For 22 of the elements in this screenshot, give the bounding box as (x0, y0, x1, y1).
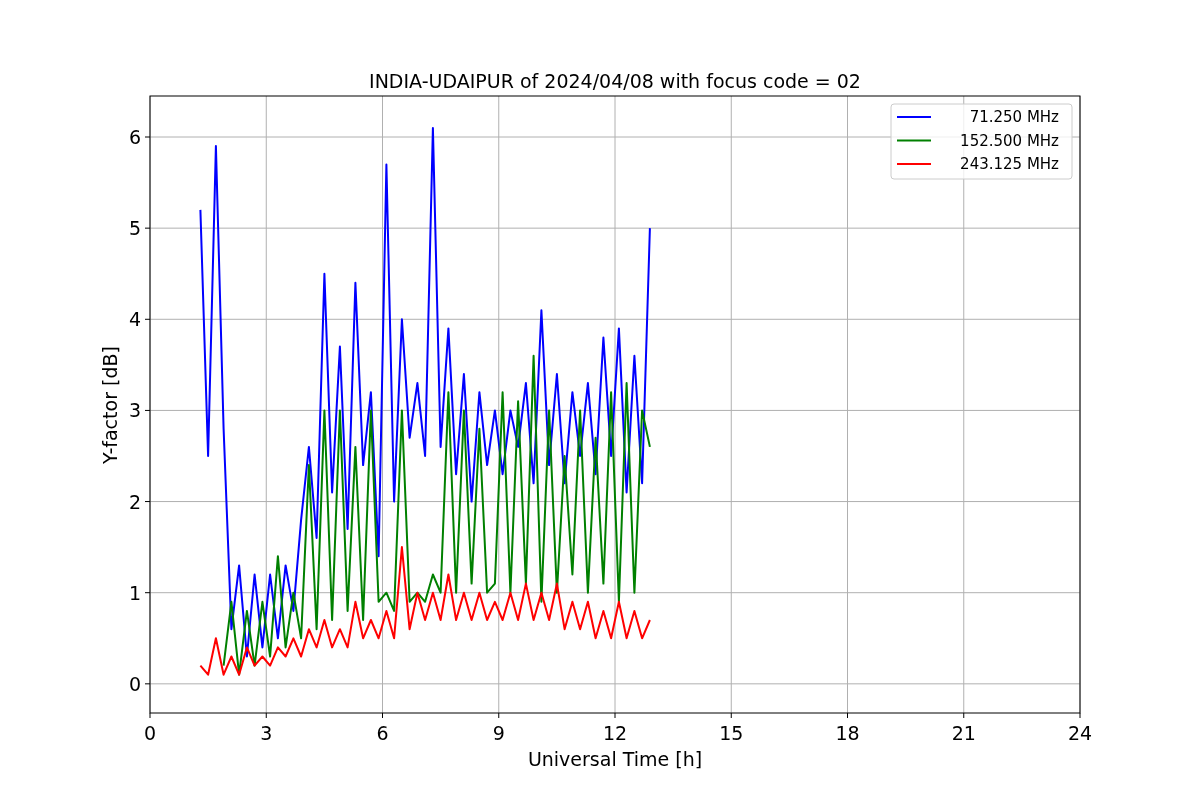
y-tick-label: 1 (128, 581, 141, 604)
x-tick-label: 12 (602, 722, 628, 744)
chart-title: INDIA-UDAIPUR of 2024/04/08 with focus code = 02 (369, 70, 861, 92)
x-axis-label: Universal Time [h] (527, 748, 703, 770)
x-tick-label: 18 (835, 722, 860, 744)
x-tick-label: 0 (143, 722, 157, 744)
x-tick-label: 24 (1067, 722, 1093, 744)
y-axis-label: Y-factor [dB] (99, 346, 121, 464)
y-tick-label: 6 (128, 126, 141, 148)
legend-label: 243.125 MHz (960, 155, 1059, 173)
legend-label: 152.500 MHz (960, 131, 1059, 150)
x-tick-label: 6 (376, 722, 389, 744)
x-tick-label: 21 (951, 722, 976, 744)
y-tick-label: 0 (128, 672, 141, 695)
y-tick-label: 4 (128, 308, 141, 331)
legend-label: 71.250 MHz (969, 108, 1059, 126)
x-tick-label: 15 (719, 722, 744, 744)
y-tick-label: 5 (128, 217, 141, 240)
y-tick-label: 3 (128, 399, 141, 422)
y-tick-label: 2 (128, 490, 141, 513)
x-tick-label: 9 (492, 722, 505, 744)
x-tick-label: 3 (260, 722, 273, 744)
